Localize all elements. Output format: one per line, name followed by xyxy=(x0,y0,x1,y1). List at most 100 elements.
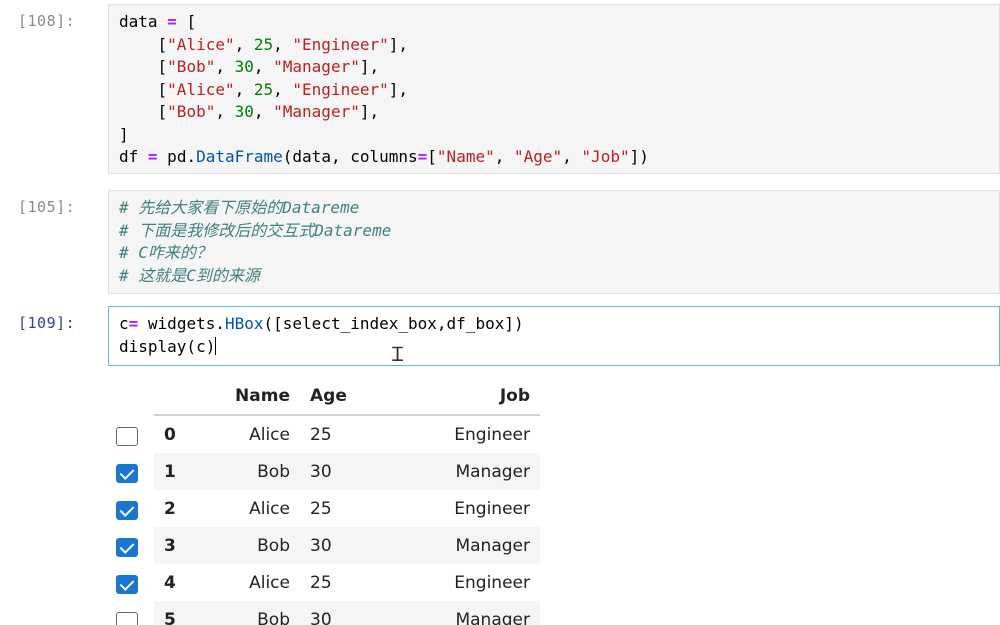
code-line: c= widgets.HBox([select_index_box,df_box… xyxy=(119,313,989,336)
cell-name: Alice xyxy=(249,424,290,445)
row-select-checkbox[interactable] xyxy=(116,575,138,594)
code-editor[interactable]: # 先给大家看下原始的Datareme # 下面是我修改后的交互式Datareme… xyxy=(108,190,1000,294)
cell-age: 25 xyxy=(310,498,332,519)
code-token: 25 xyxy=(253,34,274,54)
code-token: , xyxy=(494,147,514,166)
code-line: display(c) xyxy=(119,336,989,359)
code-token: HBox xyxy=(224,314,264,333)
code-token: (data, columns xyxy=(282,147,418,166)
code-token: 30 xyxy=(234,102,254,121)
cell-prompt: [105]: xyxy=(18,198,76,216)
cell-prompt: [108]: xyxy=(18,12,76,30)
code-line: ["Bob", 30, "Manager"], xyxy=(119,101,989,124)
row-index: 3 xyxy=(164,535,176,556)
code-token: , xyxy=(215,102,235,121)
code-token: = xyxy=(167,12,177,31)
row-select-checkbox[interactable] xyxy=(116,464,138,483)
code-token: "Job" xyxy=(581,147,630,166)
code-token: # 下面是我修改后的交互式Datareme xyxy=(119,220,392,240)
dataframe-table: Name Age Job 0 Alice 25 Engineer 1 Bob 30 Manag… xyxy=(154,378,540,625)
table-row: 3 Bob 30 Manager xyxy=(154,527,540,564)
code-token: = xyxy=(417,147,428,166)
code-token: "Name" xyxy=(436,147,495,166)
code-token: , xyxy=(273,79,293,99)
cell-name: Bob xyxy=(257,461,290,482)
cell-age: 25 xyxy=(310,572,332,593)
code-line: # 先给大家看下原始的Datareme xyxy=(119,197,989,220)
code-editor[interactable]: c= widgets.HBox([select_index_box,df_box… xyxy=(108,306,1000,366)
code-token: [ xyxy=(119,57,168,76)
code-line: df = pd.DataFrame(data, columns=["Name",… xyxy=(119,146,989,169)
code-token: data xyxy=(119,12,168,31)
code-token: = xyxy=(147,147,158,166)
row-select-checkbox[interactable] xyxy=(116,612,138,625)
column-header: Age xyxy=(300,378,370,416)
code-token: "Engineer" xyxy=(292,79,389,99)
code-token: "Bob" xyxy=(167,57,216,76)
code-line: ["Bob", 30, "Manager"], xyxy=(119,56,989,79)
column-header: Job xyxy=(370,378,540,416)
text-cursor-icon: Ɪ xyxy=(392,342,404,366)
table-row: 5 Bob 30 Manager xyxy=(154,601,540,625)
table-header-row: Name Age Job xyxy=(154,378,540,416)
row-select-checkbox[interactable] xyxy=(116,501,138,520)
column-header: Name xyxy=(208,378,300,416)
code-token: # C咋来的？ xyxy=(119,243,212,262)
cell-age: 30 xyxy=(310,609,332,625)
caret xyxy=(215,336,217,355)
code-line: ["Alice", 25, "Engineer"], xyxy=(119,34,989,57)
code-token: c xyxy=(119,314,129,333)
code-token: "Engineer" xyxy=(292,34,389,54)
row-select-checkbox[interactable] xyxy=(116,427,138,446)
row-index: 4 xyxy=(164,572,176,593)
code-token: [ xyxy=(119,34,168,54)
cell-job: Manager xyxy=(455,609,530,625)
hbox-output: Name Age Job 0 Alice 25 Engineer 1 Bob 30 Manag… xyxy=(108,375,548,625)
cell-age: 30 xyxy=(310,461,332,482)
code-token: pd. xyxy=(157,147,197,166)
code-token: ]) xyxy=(629,147,649,166)
code-token: display(c) xyxy=(119,336,216,356)
table-row: 4 Alice 25 Engineer xyxy=(154,564,540,601)
row-select-checkbox[interactable] xyxy=(116,538,138,557)
code-line: ["Alice", 25, "Engineer"], xyxy=(119,79,989,102)
code-token: , xyxy=(562,147,582,166)
code-token: ], xyxy=(388,34,408,54)
cell-name: Alice xyxy=(249,572,290,593)
code-line: data = [ xyxy=(119,11,989,34)
code-token: "Alice" xyxy=(167,34,235,54)
code-token: 30 xyxy=(234,57,254,76)
code-line: # C咋来的？ xyxy=(119,242,989,265)
code-token: 25 xyxy=(253,79,274,99)
code-token: ] xyxy=(119,124,129,144)
cell-age: 25 xyxy=(310,424,332,445)
code-token: [ xyxy=(119,102,168,121)
row-index: 1 xyxy=(164,461,176,482)
code-token: # 先给大家看下原始的Datareme xyxy=(119,198,360,217)
code-token: "Age" xyxy=(513,147,563,166)
cell-name: Bob xyxy=(257,609,290,625)
code-line: # 下面是我修改后的交互式Datareme xyxy=(119,220,989,243)
cell-job: Engineer xyxy=(454,572,530,593)
code-token: ], xyxy=(359,57,380,76)
code-token: , xyxy=(234,79,254,99)
code-token: , xyxy=(253,57,274,76)
code-token: "Manager" xyxy=(273,102,360,121)
cell-job: Engineer xyxy=(454,498,530,519)
code-token: ], xyxy=(388,79,408,99)
cell-prompt: [109]: xyxy=(18,314,76,332)
code-token: ([select_index_box,df_box]) xyxy=(263,314,524,333)
code-token: ], xyxy=(359,102,380,121)
code-line: # 这就是C到的来源 xyxy=(119,265,989,288)
code-token: [ xyxy=(176,12,197,31)
code-token: "Manager" xyxy=(273,57,360,76)
code-editor[interactable]: data = [ ["Alice", 25, "Engineer"], ["Bo… xyxy=(108,4,1000,174)
code-token: # 这就是C到的来源 xyxy=(119,265,260,285)
select-index-box xyxy=(116,427,146,625)
code-token: = xyxy=(128,314,139,333)
cell-name: Bob xyxy=(257,535,290,556)
cell-job: Manager xyxy=(455,461,530,482)
cell-job: Engineer xyxy=(454,424,530,445)
code-token: "Alice" xyxy=(167,79,235,99)
code-token: DataFrame xyxy=(196,147,283,166)
